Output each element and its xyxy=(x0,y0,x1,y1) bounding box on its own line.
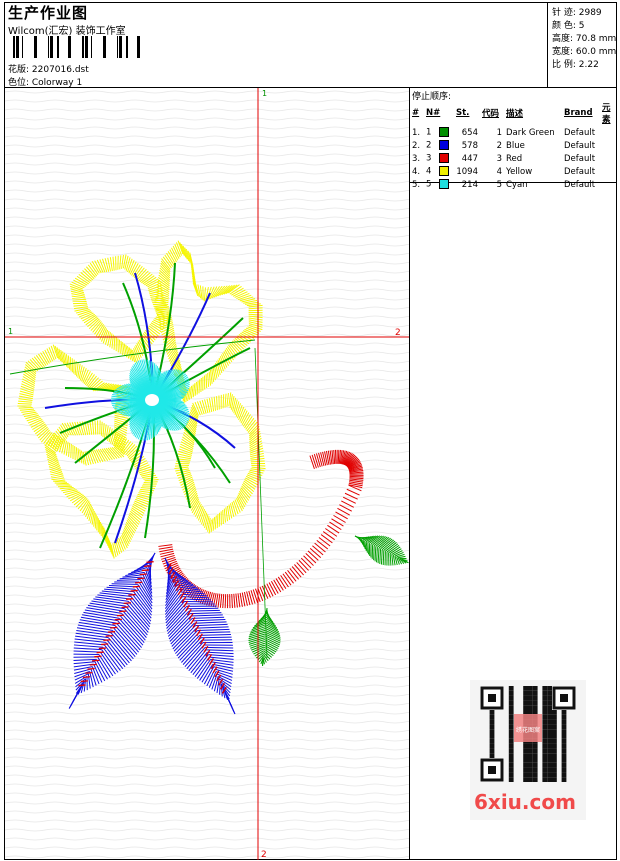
design-width: 宽度: 60.0 mm xyxy=(552,47,617,57)
scale-ratio: 比 例: 2.22 xyxy=(552,60,599,70)
needle-number: 1 xyxy=(426,127,432,138)
table-header-row: # N# St. 代码 描述 Brand 元素 xyxy=(410,100,618,126)
embroidery-design xyxy=(9,240,409,715)
row-code: 4 xyxy=(496,166,502,177)
color-swatch xyxy=(439,140,450,151)
row-stitches: 1094 xyxy=(456,166,478,177)
row-description: Red xyxy=(506,153,523,164)
row-code: 1 xyxy=(496,127,502,138)
color-swatch xyxy=(439,166,450,177)
row-code: 3 xyxy=(496,153,502,164)
row-brand: Default xyxy=(564,140,596,151)
colorway: 色位: Colorway 1 xyxy=(8,78,83,88)
row-needle: 2 xyxy=(424,139,454,152)
design-file: 花版: 2207016.dst xyxy=(8,65,89,75)
row-stitches: 654 xyxy=(461,127,478,138)
row-code: 2 xyxy=(496,140,502,151)
row-element xyxy=(600,126,618,139)
design-height: 高度: 70.8 mm xyxy=(552,34,617,44)
row-index: 5. xyxy=(412,179,421,190)
needle-number: 2 xyxy=(426,140,432,151)
table-row: 2. 2 578 2 Blue Default xyxy=(410,139,618,152)
col-stitches: St. xyxy=(456,108,470,118)
guide-marker-left: 1 xyxy=(8,327,13,336)
guide-marker-top: 1 xyxy=(262,89,267,98)
background-texture xyxy=(5,90,409,859)
table-row: 5. 5 214 5 Cyan Default xyxy=(410,178,618,191)
row-needle: 3 xyxy=(424,152,454,165)
guide-marker-bottom: 2 xyxy=(261,850,267,860)
row-stitches: 578 xyxy=(461,140,478,151)
color-count: 颜 色: 5 xyxy=(552,21,585,31)
panel-divider xyxy=(409,87,410,860)
row-brand: Default xyxy=(564,179,596,190)
col-description: 描述 xyxy=(506,109,524,119)
color-swatch xyxy=(439,127,450,138)
row-element xyxy=(600,165,618,178)
color-swatch xyxy=(439,179,450,190)
table-row: 3. 3 447 3 Red Default xyxy=(410,152,618,165)
row-index: 2. xyxy=(412,140,421,151)
needle-number: 4 xyxy=(426,166,432,177)
barcode-image xyxy=(13,36,140,58)
row-element xyxy=(600,139,618,152)
col-needle: N# xyxy=(426,108,441,118)
seal-text: 绣花图案 xyxy=(516,726,540,734)
col-brand: Brand xyxy=(564,108,593,118)
row-brand: Default xyxy=(564,127,596,138)
row-brand: Default xyxy=(564,166,596,177)
row-description: Yellow xyxy=(506,166,533,177)
embroidery-preview: 1 1 2 2 xyxy=(5,88,409,860)
row-element xyxy=(600,152,618,165)
page-title: 生产作业图 xyxy=(8,4,89,22)
needle-number: 3 xyxy=(426,153,432,164)
table-row: 1. 1 654 1 Dark Green Default xyxy=(410,126,618,139)
col-code: 代码 xyxy=(482,109,500,119)
row-index: 4. xyxy=(412,166,421,177)
row-description: Dark Green xyxy=(506,127,555,138)
row-brand: Default xyxy=(564,153,596,164)
row-code: 5 xyxy=(496,179,502,190)
color-swatch xyxy=(439,153,450,164)
table-row: 4. 4 1094 4 Yellow Default xyxy=(410,165,618,178)
row-needle: 1 xyxy=(424,126,454,139)
row-needle: 4 xyxy=(424,165,454,178)
row-index: 1. xyxy=(412,127,421,138)
row-element xyxy=(600,178,618,191)
watermark-text: 6xiu.com xyxy=(474,790,576,814)
production-sheet: 生产作业图 Wilcom(汇宏) 装饰工作室 花版: 2207016.dst 色… xyxy=(0,0,620,861)
row-stitches: 214 xyxy=(461,179,478,190)
company-name: Wilcom(汇宏) 装饰工作室 xyxy=(8,26,126,37)
thread-table: # N# St. 代码 描述 Brand 元素 1. 1 654 1 Dark Gree… xyxy=(410,100,618,191)
col-index: # xyxy=(412,108,420,118)
row-description: Blue xyxy=(506,140,525,151)
row-description: Cyan xyxy=(506,179,528,190)
guide-marker-right: 2 xyxy=(395,328,401,338)
col-element: 元素 xyxy=(602,103,611,125)
row-needle: 5 xyxy=(424,178,454,191)
row-index: 3. xyxy=(412,153,421,164)
needle-number: 5 xyxy=(426,179,432,190)
row-stitches: 447 xyxy=(461,153,478,164)
stitch-count: 针 迹: 2989 xyxy=(552,8,602,18)
